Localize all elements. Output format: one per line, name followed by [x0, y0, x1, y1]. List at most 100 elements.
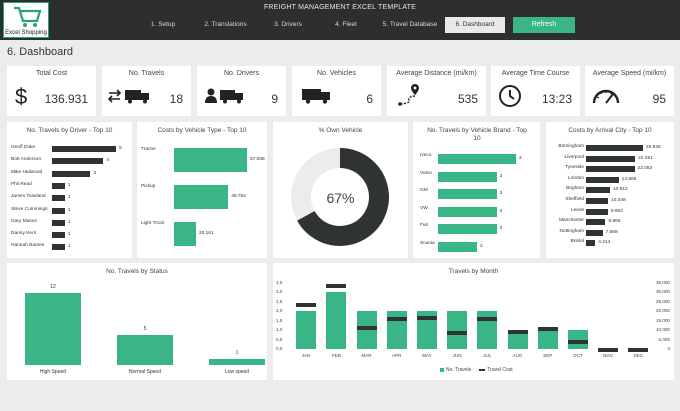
- bar-category-label: Bristol: [570, 239, 584, 245]
- kpi-label: No. Travels: [128, 70, 165, 77]
- panel-travels-by-month: Travels by Month No. Travels Travel Cost…: [273, 263, 674, 380]
- bar-value-label: 1: [67, 182, 71, 188]
- bar-category-label: Gary Mason: [11, 218, 38, 224]
- tab-travel-database[interactable]: 5. Travel Database: [375, 17, 445, 33]
- chart-title: No. Travels by Vehicle Brand - Top 10: [427, 127, 527, 142]
- x-axis-label: FEB: [331, 353, 341, 358]
- y-axis-tick: 1,5: [276, 317, 283, 323]
- bar: [174, 185, 229, 209]
- chart-title: Costs by Arrival City - Top 10: [568, 127, 652, 134]
- bar: [52, 146, 116, 152]
- bar-value-label: 1: [67, 232, 71, 238]
- x-axis-label: JUL: [483, 353, 492, 358]
- bar-value-label: 3: [93, 170, 97, 176]
- bar-value-label: 2: [480, 244, 483, 249]
- bar: [438, 154, 516, 164]
- bar-category-label: Tractor: [141, 147, 157, 152]
- x-axis-label: DEC: [633, 353, 644, 358]
- bar-value-label: 10.048: [611, 198, 626, 203]
- tab-dashboard[interactable]: 6. Dashboard: [445, 17, 505, 33]
- kpi-label: Total Cost: [35, 70, 68, 77]
- y2-axis-tick: 5,000: [658, 336, 671, 342]
- legend-label-cost: Travel Cost: [487, 367, 513, 373]
- cost-marker: [447, 330, 468, 335]
- bar: [209, 359, 265, 365]
- bar: [586, 145, 643, 151]
- legend-label-travels: No. Travels: [446, 367, 472, 373]
- bar-value-label: 3: [499, 226, 503, 232]
- cost-marker: [386, 317, 407, 322]
- tab-fleet[interactable]: 4. Fleet: [317, 17, 375, 33]
- bar: [52, 244, 65, 251]
- y-axis-tick: 3,5: [276, 280, 283, 285]
- panel-travels-by-vehicle-brand: No. Travels by Vehicle Brand - Top 10 Iv…: [413, 122, 540, 258]
- bar: [52, 232, 65, 239]
- bar-category-label: Birmingham: [558, 144, 584, 149]
- bar: [52, 158, 104, 165]
- bar: [586, 208, 608, 215]
- bar-value-label: 8.866: [608, 219, 621, 225]
- top-bar: Excel Shopping FREIGHT MANAGEMENT EXCEL …: [0, 0, 680, 40]
- bar-category-label: Leeds: [570, 207, 584, 213]
- legend-swatch-cost: [479, 369, 486, 371]
- bar-category-label: Bob Anderson: [11, 157, 42, 163]
- y2-axis-tick: 15,000: [655, 317, 670, 323]
- x-axis-label: MAY: [422, 353, 432, 358]
- bar-category-label: Iveco: [420, 153, 432, 158]
- logo-text: Excel Shopping: [5, 30, 47, 36]
- bar: [52, 219, 65, 226]
- x-axis-label: JAN: [301, 353, 311, 358]
- bar-category-label: Normal Speed: [129, 369, 161, 375]
- bar-value-label: 3: [499, 173, 503, 179]
- bar-category-label: Sheffield: [565, 197, 584, 202]
- bar: [438, 206, 497, 217]
- bar-value-label: 4: [106, 158, 109, 164]
- y2-axis-tick: 25,000: [655, 298, 670, 304]
- bar-value-label: 1: [67, 219, 71, 225]
- chart-title: Costs by Vehicle Type - Top 10: [157, 127, 247, 134]
- bar-category-label: Geoff Duke: [11, 145, 36, 150]
- bar: [586, 219, 606, 226]
- panel-travels-by-status: No. Travels by Status 12 High Speed 5 Norma…: [7, 263, 267, 380]
- x-axis-label: MAR: [361, 353, 372, 358]
- bar: [296, 311, 317, 349]
- page-title: 6. Dashboard: [7, 46, 74, 58]
- y-axis-tick: 0,0: [276, 346, 283, 351]
- kpi-label: Average Speed (mi/km): [592, 70, 667, 77]
- y2-axis-tick: 20,000: [655, 308, 670, 314]
- y2-axis-tick: 10,000: [655, 327, 670, 333]
- kpi-label: No. Vehicles: [317, 70, 356, 77]
- bar: [586, 166, 635, 173]
- tab-drivers[interactable]: 3. Drivers: [259, 17, 317, 33]
- bar-category-label: Phil Read: [11, 181, 32, 187]
- tab-translations[interactable]: 2. Translations: [192, 17, 259, 33]
- bar: [586, 240, 596, 247]
- bar-value-label: 9.962: [610, 208, 623, 214]
- cost-marker: [356, 325, 377, 330]
- bar-category-label: Nottingham: [559, 228, 584, 234]
- bar-category-label: Volvo: [420, 170, 432, 176]
- x-axis-label: NOV: [603, 353, 614, 358]
- y-axis-tick: 2,5: [276, 298, 283, 304]
- bar-value-label: 5: [119, 146, 122, 151]
- bar: [438, 224, 497, 235]
- panel-travels-by-driver: No. Travels by Driver - Top 10 Geoff Duk…: [7, 122, 132, 258]
- bar-category-label: High Speed: [39, 369, 67, 375]
- bar-value-label: 4.214: [598, 240, 611, 246]
- cost-marker: [537, 326, 558, 331]
- chart-legend: No. Travels Travel Cost: [440, 367, 513, 373]
- dollar-icon: $: [15, 84, 28, 109]
- kpi-no-travels: No. Travels 18: [102, 66, 191, 116]
- panel-costs-by-arrival-city: Costs by Arrival City - Top 10 Birmingha…: [546, 122, 674, 258]
- bar-value-label: 22.083: [637, 166, 653, 172]
- bar: [586, 198, 609, 204]
- tab-setup[interactable]: 1. Setup: [134, 17, 192, 33]
- refresh-button[interactable]: Refresh: [513, 17, 575, 33]
- bar-category-label: VW: [420, 205, 428, 211]
- bar: [438, 242, 477, 252]
- bar: [326, 292, 347, 349]
- cost-marker: [598, 347, 619, 352]
- chart-title: % Own Vehicle: [318, 127, 363, 134]
- bar-value-label: 7.568: [605, 229, 618, 235]
- kpi-value: 535: [457, 92, 478, 106]
